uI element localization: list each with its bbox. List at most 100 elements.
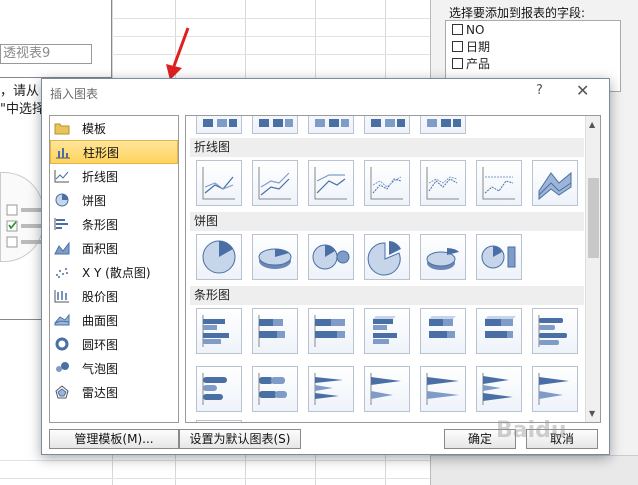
pie-chart-thumbnail[interactable] [476, 234, 522, 280]
chart-category-list: 模板 柱形图 折线图 饼图 条形图 面积图 X Y (散点图) 股价图 曲面图 … [49, 115, 179, 423]
bar-chart-thumbnail[interactable] [420, 308, 466, 354]
stacked-line-markers-chart-icon [426, 167, 459, 200]
cylinder-bar-chart-icon [538, 315, 567, 347]
category-item-templates[interactable]: 模板 [50, 116, 178, 140]
category-label: 气泡图 [82, 361, 119, 376]
field-checkbox[interactable] [452, 24, 463, 35]
stacked-bar-chart-icon [258, 315, 285, 347]
bar-chart-thumbnail[interactable] [476, 366, 522, 412]
line-chart-icon [202, 167, 235, 200]
manage-templates-button[interactable]: 管理模板(M)... [49, 429, 179, 449]
scroll-down-icon[interactable]: ▼ [589, 409, 595, 418]
bar-chart-thumbnail[interactable] [252, 366, 298, 412]
line-chart-icon [54, 170, 69, 183]
dialog-titlebar[interactable]: 插入图表 ? ✕ [42, 79, 609, 106]
percent-line-markers-chart-icon [482, 167, 515, 200]
pie-chart-thumbnail[interactable] [252, 234, 298, 280]
3d-column-chart-icon [203, 119, 237, 127]
pie-chart-thumbnail[interactable] [308, 234, 354, 280]
3d-pie-chart-icon [258, 248, 292, 269]
field-checkbox[interactable] [452, 58, 463, 69]
column-chart-thumbnail[interactable] [196, 116, 242, 134]
category-item-line[interactable]: 折线图 [50, 164, 178, 188]
cylinder-stacked-bar-icon [258, 373, 287, 405]
area-chart-icon [54, 241, 70, 255]
column-chart-thumbnail[interactable] [252, 116, 298, 134]
bar-chart-thumbnail[interactable] [532, 308, 578, 354]
column-chart-thumbnail[interactable] [364, 116, 410, 134]
line-chart-thumbnail[interactable] [532, 160, 578, 206]
3d-column-chart-icon [315, 119, 349, 127]
field-item-date[interactable]: 日期 [446, 38, 620, 55]
category-item-doughnut[interactable]: 圆环图 [50, 332, 178, 356]
column-chart-thumbnail[interactable] [420, 116, 466, 134]
bar-chart-thumbnail[interactable] [364, 366, 410, 412]
bar-chart-thumbnail[interactable] [532, 366, 578, 412]
category-label: 柱形图 [83, 145, 120, 160]
cylinder-clustered-bar-icon [202, 373, 227, 405]
category-item-pie[interactable]: 饼图 [50, 188, 178, 212]
bar-chart-thumbnail[interactable] [196, 308, 242, 354]
bar-chart-thumbnail[interactable] [196, 420, 242, 422]
percent-bar-chart-icon [314, 315, 345, 347]
column-chart-icon [56, 148, 70, 159]
set-default-chart-button[interactable]: 设置为默认图表(S) [179, 429, 301, 449]
bar-chart-thumbnail[interactable] [252, 308, 298, 354]
bar-chart-thumbnail[interactable] [308, 366, 354, 412]
background-instruction-text: ，请从 [0, 84, 40, 99]
category-label: 饼图 [82, 193, 107, 208]
column-chart-thumbnail[interactable] [308, 116, 354, 134]
pie-chart-thumbnail[interactable] [364, 234, 410, 280]
pivot-table-name: 透视表9 [0, 44, 92, 64]
field-item-product[interactable]: 产品 [446, 55, 620, 72]
gallery-scrollbar[interactable]: ▲ ▼ [585, 116, 600, 422]
category-label: 折线图 [82, 169, 119, 184]
category-item-radar[interactable]: 雷达图 [50, 380, 178, 404]
line-chart-thumbnail[interactable] [364, 160, 410, 206]
category-item-area[interactable]: 面积图 [50, 236, 178, 260]
scroll-thumb[interactable] [588, 178, 599, 258]
category-item-column[interactable]: 柱形图 [50, 140, 178, 164]
bar-chart-thumbnail[interactable] [476, 308, 522, 354]
pie-chart-thumbnail[interactable] [420, 234, 466, 280]
close-button[interactable]: ✕ [576, 81, 589, 100]
category-label: 面积图 [82, 241, 119, 256]
bar-chart-thumbnail[interactable] [196, 366, 242, 412]
field-label: NO [466, 22, 485, 37]
pivot-placeholder[interactable]: 透视表9 [0, 0, 112, 78]
bar-chart-thumbnail[interactable] [364, 308, 410, 354]
cone-bar-chart-icon [314, 373, 343, 405]
pyramid-bar-chart-icon [482, 373, 513, 405]
bubble-chart-icon [56, 362, 69, 372]
field-checkbox[interactable] [452, 41, 463, 52]
exploded-pie-chart-icon [367, 241, 401, 276]
3d-column-chart-icon [371, 119, 405, 127]
bar-chart-thumbnail[interactable] [420, 366, 466, 412]
stacked-line-chart-icon [258, 167, 291, 200]
line-chart-thumbnail[interactable] [308, 160, 354, 206]
line-chart-thumbnail[interactable] [252, 160, 298, 206]
bar-chart-thumbnail[interactable] [308, 308, 354, 354]
category-label: 雷达图 [82, 385, 119, 400]
field-item-no[interactable]: NO [446, 21, 620, 38]
line-chart-thumbnail[interactable] [476, 160, 522, 206]
line-chart-thumbnail[interactable] [420, 160, 466, 206]
pie-chart-thumbnail[interactable] [196, 234, 242, 280]
line-chart-thumbnail[interactable] [196, 160, 242, 206]
category-item-bar[interactable]: 条形图 [50, 212, 178, 236]
field-list-illustration [0, 172, 44, 262]
3d-column-chart-icon [259, 119, 293, 127]
category-item-surface[interactable]: 曲面图 [50, 308, 178, 332]
help-button[interactable]: ? [536, 83, 543, 98]
doughnut-chart-icon [55, 337, 69, 351]
3d-line-chart-icon [538, 171, 572, 201]
chart-gallery: 折线图 饼图 条形图 ▲ ▼ [185, 115, 601, 423]
3d-percent-bar-chart-icon [485, 316, 516, 338]
category-item-bubble[interactable]: 气泡图 [50, 356, 178, 380]
field-label: 产品 [466, 57, 491, 71]
category-item-scatter[interactable]: X Y (散点图) [50, 260, 178, 284]
scroll-up-icon[interactable]: ▲ [589, 120, 595, 129]
category-label: 曲面图 [82, 313, 119, 328]
3d-column-chart-icon [427, 119, 461, 127]
category-item-stock[interactable]: 股价图 [50, 284, 178, 308]
